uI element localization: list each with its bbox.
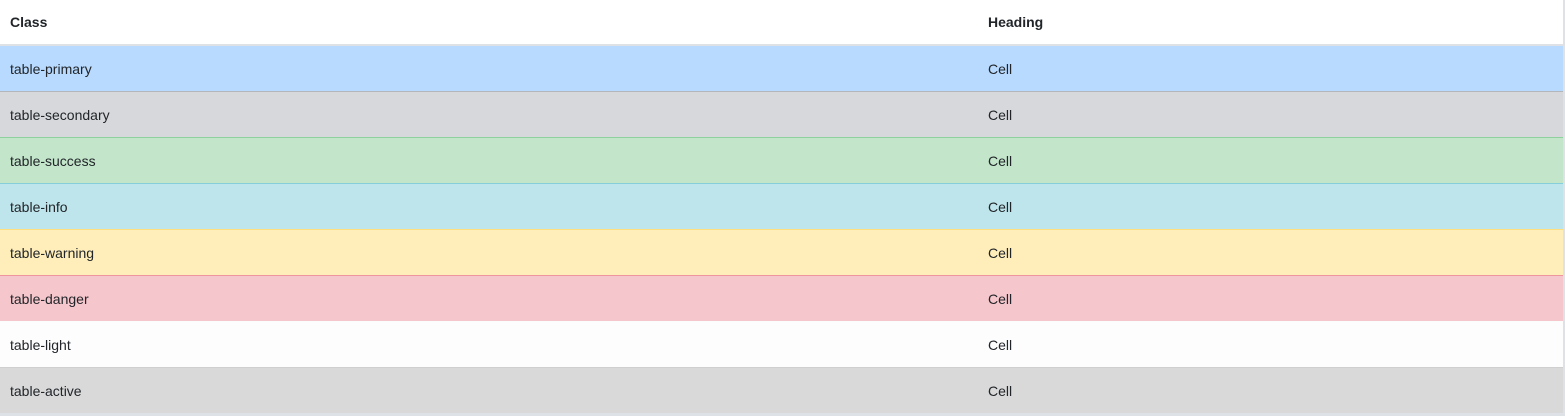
table-body: table-primary Cell table-secondary Cell …: [0, 44, 1563, 413]
heading-cell: Cell: [978, 44, 1563, 92]
heading-cell: Cell: [978, 321, 1563, 368]
class-name-cell: table-warning: [0, 229, 978, 276]
column-header-heading: Heading: [978, 0, 1563, 46]
heading-cell: Cell: [978, 367, 1563, 413]
class-name-cell: table-danger: [0, 275, 978, 322]
class-name-cell: table-light: [0, 321, 978, 368]
table: Class Heading table-primary Cell table-s…: [0, 0, 1563, 413]
heading-cell: Cell: [978, 229, 1563, 276]
class-name-cell: table-success: [0, 137, 978, 184]
table-header: Class Heading: [0, 0, 1563, 46]
table-row: table-success Cell: [0, 137, 1563, 184]
heading-cell: Cell: [978, 183, 1563, 230]
contextual-classes-table: Class Heading table-primary Cell table-s…: [0, 0, 1565, 416]
table-row: table-secondary Cell: [0, 91, 1563, 138]
table-row: table-active Cell: [0, 367, 1563, 413]
column-header-class: Class: [0, 0, 978, 46]
table-row: table-info Cell: [0, 183, 1563, 230]
table-row: table-light Cell: [0, 321, 1563, 368]
table-row: table-warning Cell: [0, 229, 1563, 276]
table-row: table-primary Cell: [0, 44, 1563, 92]
class-name-cell: table-secondary: [0, 91, 978, 138]
heading-cell: Cell: [978, 275, 1563, 322]
class-name-cell: table-primary: [0, 44, 978, 92]
class-name-cell: table-info: [0, 183, 978, 230]
table-row: table-danger Cell: [0, 275, 1563, 322]
header-row: Class Heading: [0, 0, 1563, 46]
heading-cell: Cell: [978, 91, 1563, 138]
class-name-cell: table-active: [0, 367, 978, 413]
heading-cell: Cell: [978, 137, 1563, 184]
